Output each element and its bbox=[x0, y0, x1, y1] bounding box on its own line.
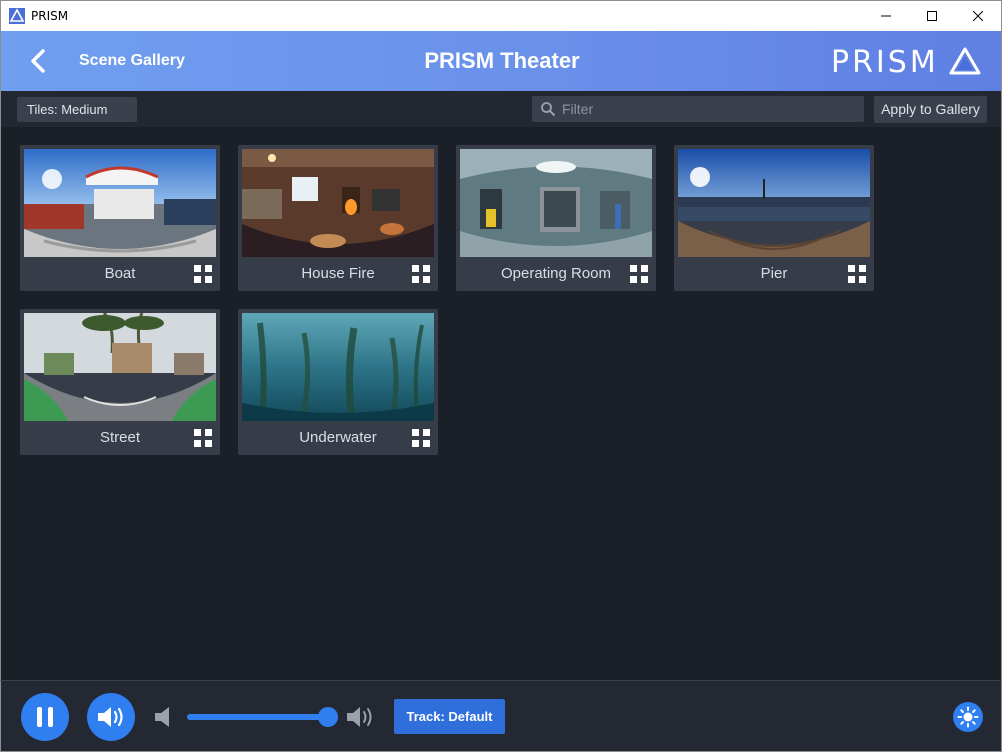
minimize-button[interactable] bbox=[863, 1, 909, 31]
filter-input[interactable] bbox=[562, 96, 857, 122]
scene-thumbnail bbox=[460, 149, 652, 257]
maximize-button[interactable] bbox=[909, 1, 955, 31]
pause-icon bbox=[37, 707, 53, 727]
volume-slider-knob[interactable] bbox=[318, 707, 338, 727]
track-select-button[interactable]: Track: Default bbox=[394, 699, 505, 734]
scene-thumbnail bbox=[24, 149, 216, 257]
volume-high-icon[interactable] bbox=[345, 703, 375, 731]
scene-tile-label: Boat bbox=[104, 265, 136, 282]
scene-thumbnail bbox=[242, 313, 434, 421]
prism-app-icon bbox=[9, 8, 25, 24]
scene-thumbnail bbox=[678, 149, 870, 257]
scene-tile-label: Operating Room bbox=[500, 265, 612, 282]
scene-tile-label: Street bbox=[99, 429, 141, 446]
scene-tile-street[interactable]: Street bbox=[20, 309, 220, 455]
volume-slider[interactable] bbox=[187, 707, 338, 727]
gallery-toolbar: Tiles: Medium Apply to Gallery bbox=[0, 91, 1002, 127]
back-button[interactable] bbox=[23, 46, 53, 76]
scene-tile-label: Pier bbox=[760, 265, 788, 282]
scene-gallery: Boat House Fire Operating Room Pier Stre… bbox=[0, 127, 1002, 680]
search-icon bbox=[541, 102, 556, 117]
minimize-icon bbox=[881, 15, 891, 17]
window-titlebar: PRISM bbox=[0, 0, 1002, 31]
back-label[interactable]: Scene Gallery bbox=[79, 52, 185, 70]
close-icon bbox=[973, 11, 983, 21]
volume-slider-fill bbox=[187, 714, 328, 720]
prism-logo-icon bbox=[949, 47, 981, 75]
scene-thumbnail bbox=[24, 313, 216, 421]
scene-tile-house-fire[interactable]: House Fire bbox=[238, 145, 438, 291]
app-header: Scene Gallery PRISM Theater PRISM bbox=[0, 31, 1002, 91]
scene-tile-underwater[interactable]: Underwater bbox=[238, 309, 438, 455]
scene-tile-pier[interactable]: Pier bbox=[674, 145, 874, 291]
apply-to-gallery-button[interactable]: Apply to Gallery bbox=[874, 96, 987, 123]
volume-low-icon[interactable] bbox=[153, 705, 173, 729]
scene-tile-label: Underwater bbox=[299, 429, 377, 446]
scene-tile-label: House Fire bbox=[301, 265, 375, 282]
close-button[interactable] bbox=[955, 1, 1001, 31]
brightness-button[interactable] bbox=[953, 702, 983, 732]
scene-thumbnail bbox=[242, 149, 434, 257]
player-controls: Track: Default bbox=[0, 680, 1002, 752]
scene-tile-operating-room[interactable]: Operating Room bbox=[456, 145, 656, 291]
scene-tile-boat[interactable]: Boat bbox=[20, 145, 220, 291]
filter-box bbox=[532, 96, 864, 122]
maximize-icon bbox=[927, 11, 937, 21]
window-title: PRISM bbox=[31, 9, 69, 23]
sound-toggle-button[interactable] bbox=[87, 693, 135, 741]
tile-size-dropdown[interactable]: Tiles: Medium bbox=[17, 97, 137, 122]
sun-icon bbox=[957, 706, 979, 728]
speaker-icon bbox=[98, 707, 123, 727]
chevron-left-icon bbox=[31, 49, 45, 73]
brand-wordmark: PRISM bbox=[831, 45, 939, 80]
pause-button[interactable] bbox=[21, 693, 69, 741]
